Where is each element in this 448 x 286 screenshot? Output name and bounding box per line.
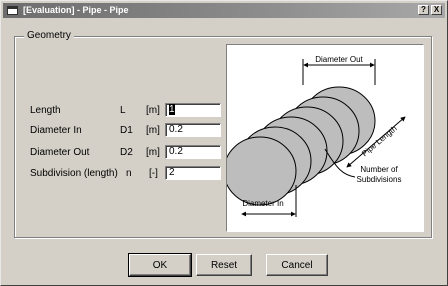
window-title: [Evaluation] - Pipe - Pipe bbox=[23, 5, 129, 15]
diameter-out-input[interactable]: 0.2 bbox=[165, 145, 221, 159]
subdivision-symbol: n bbox=[126, 168, 132, 179]
close-button[interactable]: X bbox=[431, 5, 442, 15]
diameter-out-label: Diameter Out bbox=[30, 147, 90, 158]
window-icon bbox=[7, 6, 18, 15]
diameter-in-label: Diameter In bbox=[30, 125, 82, 136]
subdivision-label: Subdivision (length) bbox=[30, 168, 118, 179]
subdivision-input[interactable]: 2 bbox=[165, 166, 221, 180]
diameter-in-unit: [m] bbox=[146, 125, 160, 136]
pipe-discs bbox=[227, 86, 376, 206]
length-input[interactable]: 1 bbox=[165, 103, 221, 117]
diameter-in-input[interactable]: 0.2 bbox=[165, 123, 221, 137]
diameter-out-caption: Diameter Out bbox=[315, 55, 363, 64]
diameter-out-symbol: D2 bbox=[120, 147, 133, 158]
cancel-button[interactable]: Cancel bbox=[266, 254, 328, 276]
subdivisions-caption-line1: Number of bbox=[360, 165, 398, 174]
length-unit: [m] bbox=[146, 105, 160, 116]
length-symbol: L bbox=[120, 105, 126, 116]
diameter-in-symbol: D1 bbox=[120, 125, 133, 136]
pipe-diagram: Diameter Out Diameter In Pipe Length Num… bbox=[226, 44, 424, 232]
reset-button[interactable]: Reset bbox=[196, 254, 252, 276]
diameter-in-caption: Diameter In bbox=[242, 199, 283, 208]
diameter-out-unit: [m] bbox=[146, 147, 160, 158]
ok-button[interactable]: OK bbox=[128, 253, 192, 277]
geometry-group-label: Geometry bbox=[24, 30, 74, 41]
subdivision-unit: [-] bbox=[149, 168, 158, 179]
length-label: Length bbox=[30, 105, 61, 116]
subdivisions-caption-line2: Subdivisions bbox=[357, 175, 402, 184]
title-bar[interactable]: [Evaluation] - Pipe - Pipe ? X bbox=[3, 3, 445, 18]
help-button[interactable]: ? bbox=[418, 5, 429, 15]
